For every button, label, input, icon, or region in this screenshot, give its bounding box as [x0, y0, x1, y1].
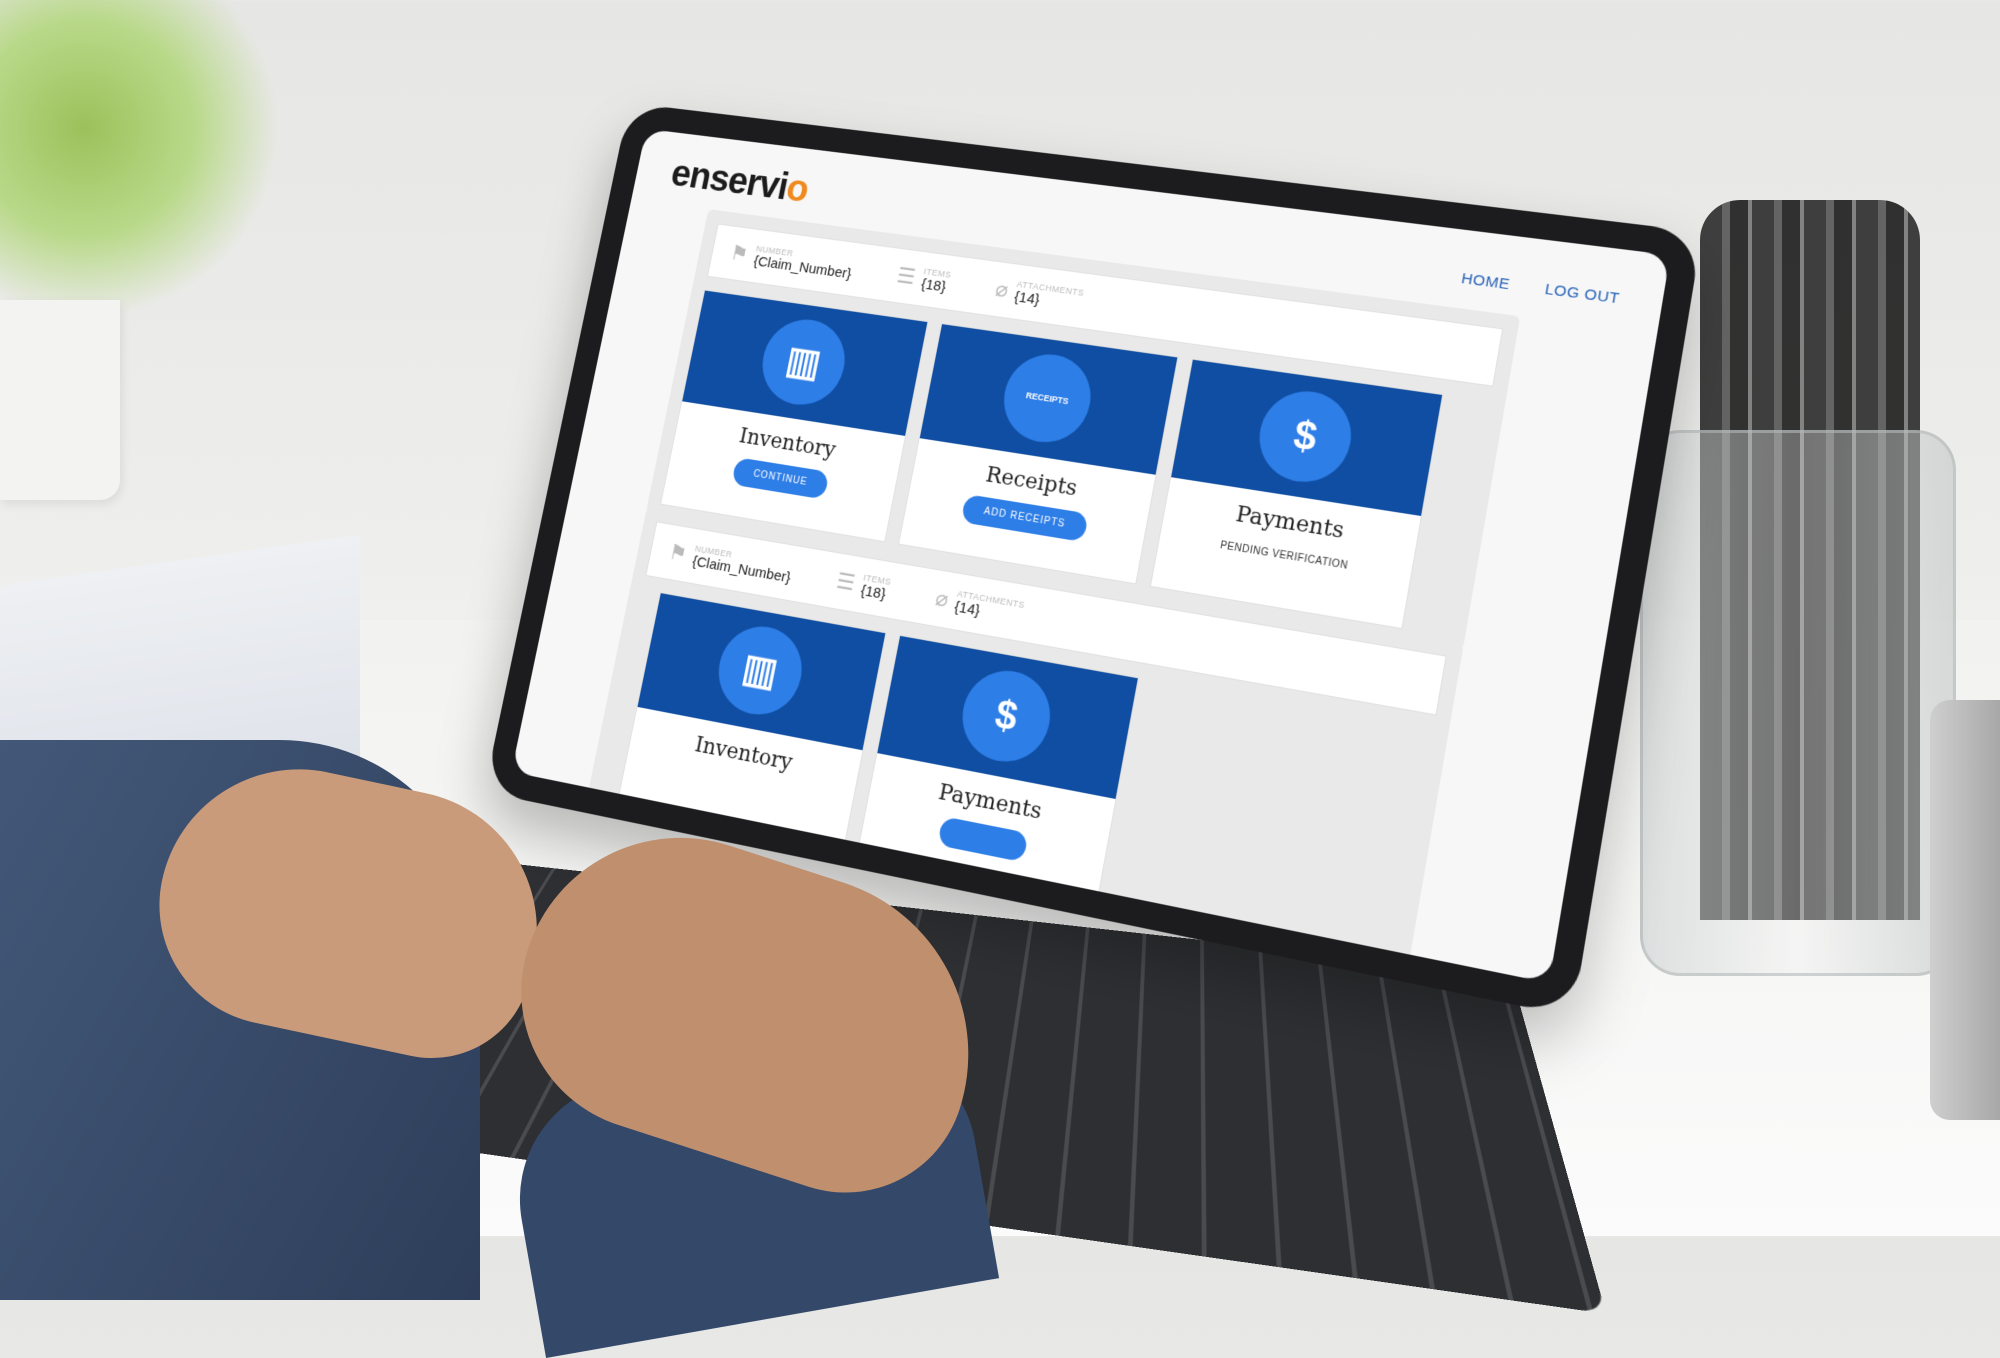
items-count: {18}: [919, 275, 948, 295]
list-icon: ☰: [894, 263, 918, 290]
mug: [1930, 700, 2000, 1120]
inventory-card[interactable]: ▥ Inventory CONTINUE: [660, 289, 929, 543]
plant-pot: [0, 300, 120, 500]
continue-button[interactable]: CONTINUE: [731, 457, 830, 500]
paperclip-icon: ⌀: [933, 585, 951, 612]
dollar-document-icon: $: [954, 663, 1058, 770]
receipt-icon: RECEIPTS: [996, 348, 1098, 449]
status-text: PENDING VERIFICATION: [1219, 540, 1349, 572]
plant: [0, 0, 280, 320]
paperclip-icon: ⌀: [993, 276, 1011, 302]
add-receipts-button[interactable]: ADD RECEIPTS: [960, 493, 1089, 543]
binders-icon: ▥: [711, 620, 810, 722]
list-icon: ☰: [834, 568, 858, 596]
receipts-card[interactable]: RECEIPTS Receipts ADD RECEIPTS: [897, 323, 1179, 585]
dollar-document-icon: $: [1252, 385, 1359, 489]
receipt-icon-text: RECEIPTS: [1025, 390, 1070, 407]
glass-jar: [1640, 430, 1956, 976]
payments-button[interactable]: [937, 816, 1029, 863]
top-nav: HOME LOG OUT: [1460, 270, 1621, 307]
signpost-icon: ⚑: [666, 539, 690, 567]
payments-card[interactable]: $ Payments: [855, 634, 1140, 912]
binders-icon: ▥: [755, 314, 853, 411]
logout-link[interactable]: LOG OUT: [1544, 281, 1621, 308]
home-link[interactable]: HOME: [1460, 270, 1511, 293]
logo: enservio: [667, 152, 812, 211]
signpost-icon: ⚑: [728, 240, 751, 266]
inventory-card[interactable]: ▥ Inventory: [614, 592, 887, 860]
payments-card[interactable]: $ Payments PENDING VERIFICATION: [1149, 358, 1444, 630]
